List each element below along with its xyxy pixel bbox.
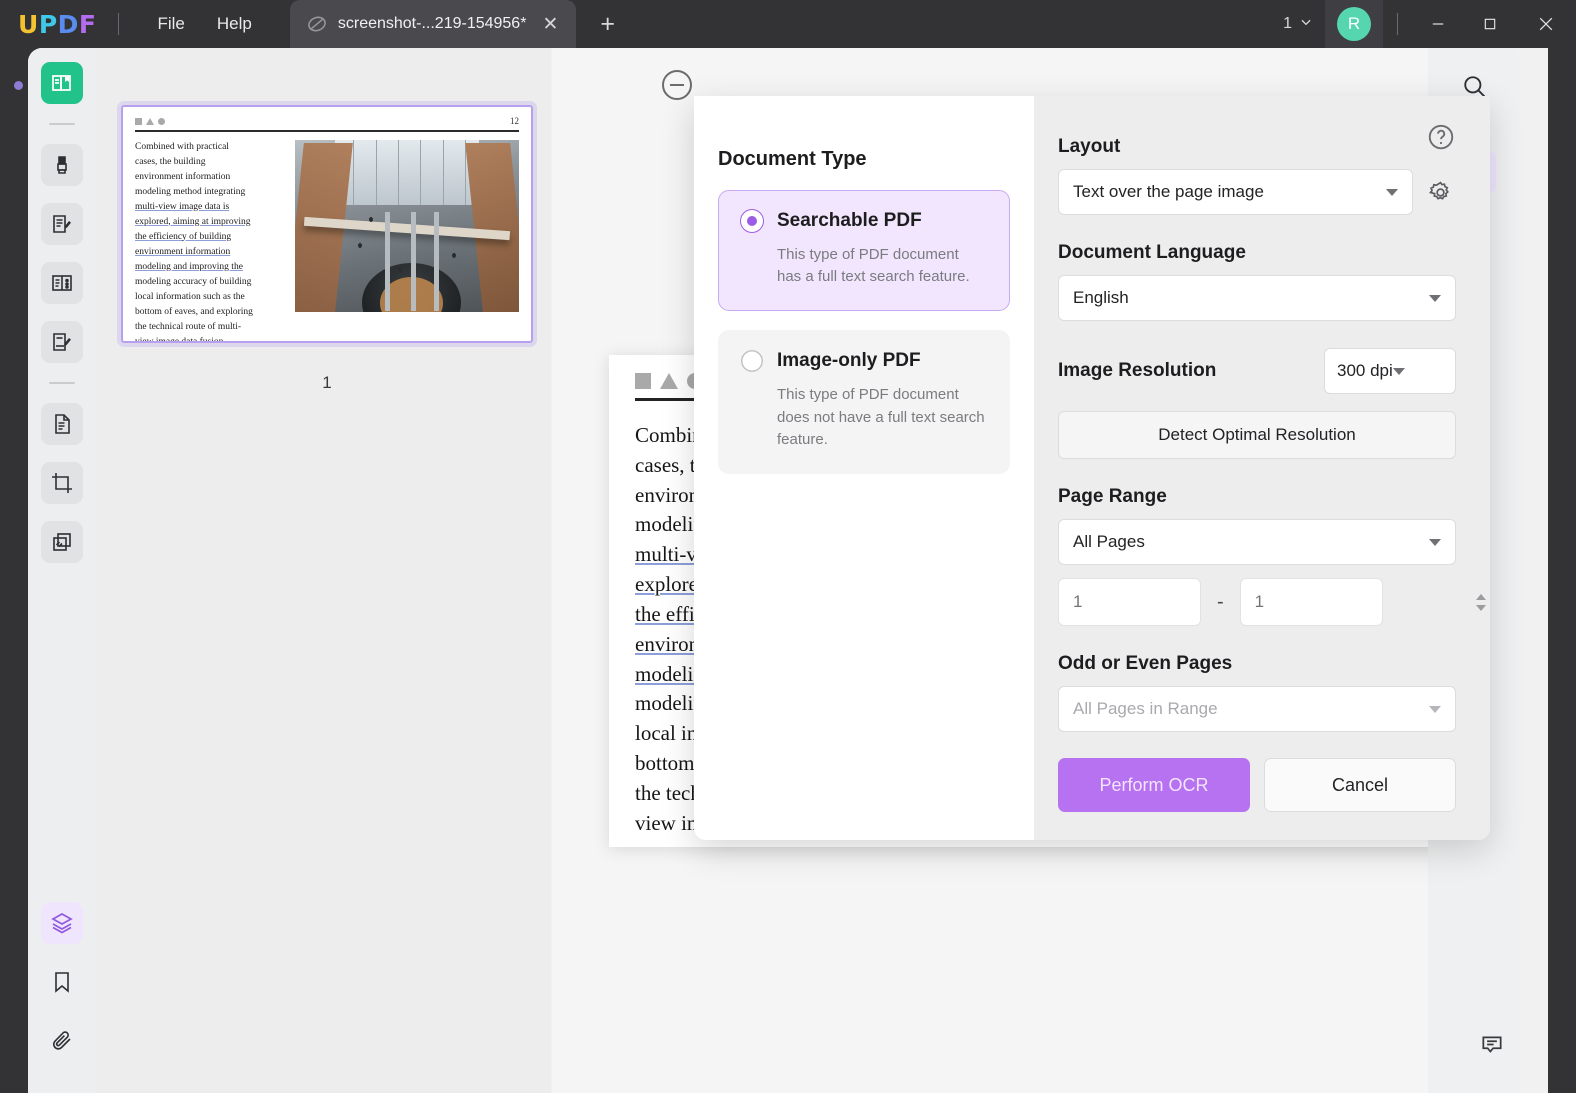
- app-body: 12 Combined with practical cases, the bu…: [0, 48, 1576, 1093]
- option-searchable-description: This type of PDF document has a full tex…: [777, 244, 987, 288]
- option-searchable-header: Searchable PDF: [741, 210, 987, 232]
- sidebar-item-attachments[interactable]: [41, 1020, 83, 1062]
- menu-help[interactable]: Help: [201, 8, 268, 40]
- option-searchable-label: Searchable PDF: [777, 210, 922, 232]
- option-image-only-header: Image-only PDF: [741, 350, 987, 372]
- pdf-slash-icon: [306, 13, 328, 35]
- image-resolution-label: Image Resolution: [1058, 360, 1216, 382]
- page-range-inputs: -: [1058, 578, 1456, 626]
- rail-divider-2: [49, 382, 75, 384]
- cancel-button[interactable]: Cancel: [1264, 758, 1456, 812]
- perform-ocr-button[interactable]: Perform OCR: [1058, 758, 1250, 812]
- page-range-from-stepper[interactable]: [1058, 578, 1201, 626]
- image-resolution-value: 300 dpi: [1337, 361, 1393, 381]
- page-range-select[interactable]: All Pages: [1058, 519, 1456, 565]
- page-range-value: All Pages: [1073, 532, 1429, 552]
- document-type-title: Document Type: [718, 148, 1034, 171]
- menu-file[interactable]: File: [141, 8, 200, 40]
- thumb-page-header: 12: [123, 107, 531, 126]
- help-circle-icon[interactable]: [1426, 122, 1456, 157]
- page-range-to-stepper[interactable]: [1240, 578, 1383, 626]
- chevron-down-icon: [1429, 295, 1441, 302]
- page-range-label: Page Range: [1058, 486, 1456, 508]
- layout-label: Layout: [1058, 136, 1456, 158]
- layout-select[interactable]: Text over the page image: [1058, 169, 1413, 215]
- odd-or-even-value: All Pages in Range: [1073, 699, 1429, 719]
- thumb-page-body: Combined with practical cases, the build…: [123, 132, 531, 344]
- page-count-dropdown[interactable]: 1: [1271, 15, 1325, 34]
- new-tab-button[interactable]: +: [592, 10, 623, 39]
- zoom-out-icon[interactable]: [662, 70, 692, 100]
- page-range-to-input[interactable]: [1255, 592, 1476, 612]
- chevron-down-icon: [1393, 368, 1405, 375]
- sidebar-item-reader[interactable]: [41, 62, 83, 104]
- sidebar-item-crop[interactable]: [41, 462, 83, 504]
- sidebar-item-layers[interactable]: [41, 902, 83, 944]
- titlebar-right-group: 1 R: [1271, 0, 1576, 48]
- sidebar-item-edit-pdf[interactable]: [41, 203, 83, 245]
- avatar: R: [1337, 7, 1371, 41]
- title-bar: UPDF File Help screenshot-...219-154956*…: [0, 0, 1576, 48]
- sidebar-item-page-tools[interactable]: [41, 262, 83, 304]
- document-language-value: English: [1073, 288, 1429, 308]
- option-searchable-pdf[interactable]: Searchable PDF This type of PDF document…: [718, 190, 1010, 311]
- sidebar-item-bookmarks[interactable]: [41, 961, 83, 1003]
- document-language-label: Document Language: [1058, 242, 1456, 264]
- image-resolution-row: Image Resolution 300 dpi: [1058, 348, 1456, 394]
- option-image-only-description: This type of PDF document does not have …: [777, 384, 987, 451]
- ocr-document-type-panel: Document Type Searchable PDF This type o…: [694, 96, 1034, 840]
- odd-or-even-select[interactable]: All Pages in Range: [1058, 686, 1456, 732]
- sidebar-item-annotate[interactable]: [41, 144, 83, 186]
- odd-or-even-label: Odd or Even Pages: [1058, 653, 1456, 675]
- updf-logo: UPDF: [18, 10, 96, 39]
- layout-value: Text over the page image: [1073, 182, 1386, 202]
- detect-optimal-resolution-button[interactable]: Detect Optimal Resolution: [1058, 411, 1456, 459]
- radio-searchable-pdf[interactable]: [741, 210, 763, 232]
- left-tool-rail: [28, 48, 96, 1093]
- left-edge-indicator-dot: [14, 81, 23, 90]
- sidebar-item-sign[interactable]: [41, 321, 83, 363]
- thumbnail-page-label: 1: [96, 373, 558, 393]
- sidebar-item-compare[interactable]: [41, 521, 83, 563]
- thumb-paragraph: Combined with practical cases, the build…: [135, 140, 285, 344]
- layout-control-row: Text over the page image: [1058, 169, 1456, 215]
- document-language-select[interactable]: English: [1058, 275, 1456, 321]
- ocr-settings-panel: Layout Text over the page image Documen: [1034, 96, 1490, 840]
- chevron-down-icon: [1299, 15, 1313, 34]
- tab-title: screenshot-...219-154956*: [338, 15, 527, 33]
- close-button[interactable]: [1516, 0, 1576, 48]
- chevron-down-icon: [1429, 706, 1441, 713]
- thumb-page-number: 12: [510, 116, 519, 126]
- gear-icon[interactable]: [1424, 176, 1456, 208]
- chevron-down-icon: [1429, 539, 1441, 546]
- page-range-separator: -: [1217, 591, 1224, 614]
- decor-shapes: [135, 118, 165, 125]
- ocr-dialog: Document Type Searchable PDF This type o…: [694, 96, 1490, 840]
- option-image-only-pdf[interactable]: Image-only PDF This type of PDF document…: [718, 330, 1010, 474]
- decor-shapes-large: [635, 373, 703, 389]
- thumbnail-panel: 12 Combined with practical cases, the bu…: [96, 48, 551, 1093]
- left-rail-bottom-group: [41, 902, 83, 1093]
- image-resolution-select[interactable]: 300 dpi: [1324, 348, 1456, 394]
- account-button[interactable]: R: [1325, 0, 1383, 48]
- thumb-page-photo: [295, 140, 519, 312]
- stepper-arrows-to[interactable]: [1476, 594, 1486, 611]
- radio-image-only-pdf[interactable]: [741, 350, 763, 372]
- sidebar-item-convert[interactable]: [41, 403, 83, 445]
- chevron-down-icon: [1386, 189, 1398, 196]
- tab-close-icon[interactable]: ✕: [536, 13, 564, 36]
- page-count-value: 1: [1283, 15, 1292, 33]
- minimize-button[interactable]: [1412, 0, 1464, 48]
- ocr-action-row: Perform OCR Cancel: [1058, 758, 1456, 812]
- option-image-only-label: Image-only PDF: [777, 350, 921, 372]
- document-tab[interactable]: screenshot-...219-154956* ✕: [290, 0, 577, 48]
- titlebar-divider: [118, 13, 119, 35]
- titlebar-divider-2: [1397, 13, 1398, 35]
- comment-bubble-icon[interactable]: [1472, 1025, 1512, 1065]
- app-card: 12 Combined with practical cases, the bu…: [28, 48, 1548, 1093]
- maximize-button[interactable]: [1464, 0, 1516, 48]
- page-thumbnail[interactable]: 12 Combined with practical cases, the bu…: [121, 105, 533, 343]
- rail-divider-1: [49, 123, 75, 125]
